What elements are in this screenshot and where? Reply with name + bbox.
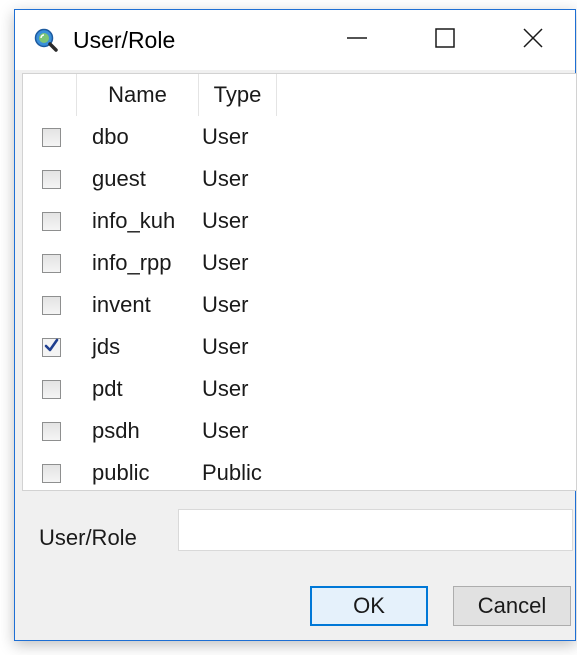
user-role-label: User/Role: [39, 525, 137, 550]
row-checkbox[interactable]: [42, 254, 61, 273]
row-type: User: [202, 166, 249, 191]
row-name: jds: [92, 334, 121, 359]
column-header-checkbox[interactable]: [23, 74, 77, 116]
row-checkbox[interactable]: [42, 296, 61, 315]
list-row[interactable]: public Public: [23, 452, 576, 490]
row-name: dbo: [92, 124, 129, 149]
row-name: info_rpp: [92, 250, 172, 275]
row-type: User: [202, 292, 249, 317]
list-header: Name Type: [23, 74, 576, 116]
list-row[interactable]: info_kuh User: [23, 200, 576, 242]
row-checkbox[interactable]: [42, 422, 61, 441]
window-title: User/Role: [73, 27, 176, 53]
row-checkbox[interactable]: [42, 464, 61, 483]
row-name: info_kuh: [92, 208, 176, 233]
row-name: invent: [92, 292, 151, 317]
column-header-type[interactable]: Type: [199, 74, 277, 116]
row-type: User: [202, 334, 249, 359]
list-rows: dbo User guest User info_kuh User info_r…: [23, 116, 576, 490]
row-type: Public: [202, 460, 262, 485]
row-checkbox[interactable]: [42, 380, 61, 399]
list-row[interactable]: guest User: [23, 158, 576, 200]
user-role-list[interactable]: Name Type dbo User guest User info_kuh U…: [22, 73, 577, 491]
list-row[interactable]: dbo User: [23, 116, 576, 158]
maximize-button[interactable]: [401, 10, 489, 70]
row-type: User: [202, 376, 249, 401]
row-checkbox[interactable]: [42, 170, 61, 189]
checkmark-icon: [44, 338, 59, 358]
row-name: guest: [92, 166, 146, 191]
row-checkbox[interactable]: [42, 128, 61, 147]
user-role-input[interactable]: [178, 509, 573, 551]
user-role-dialog: User/Role Name Type dbo User guest User …: [14, 9, 577, 641]
row-name: pdt: [92, 376, 123, 401]
row-type: User: [202, 124, 249, 149]
row-name: public: [92, 460, 150, 485]
close-button[interactable]: [489, 10, 577, 70]
row-checkbox[interactable]: [42, 212, 61, 231]
minimize-icon: [346, 27, 368, 54]
maximize-icon: [434, 27, 456, 54]
list-row[interactable]: pdt User: [23, 368, 576, 410]
row-type: User: [202, 250, 249, 275]
row-type: User: [202, 418, 249, 443]
cancel-button[interactable]: Cancel: [453, 586, 571, 626]
close-icon: [522, 27, 544, 54]
row-type: User: [202, 208, 249, 233]
column-header-name[interactable]: Name: [77, 74, 199, 116]
list-row[interactable]: psdh User: [23, 410, 576, 452]
list-row[interactable]: jds User: [23, 326, 576, 368]
ok-button[interactable]: OK: [310, 586, 428, 626]
row-checkbox[interactable]: [42, 338, 61, 357]
title-bar[interactable]: User/Role: [15, 10, 575, 70]
list-row[interactable]: info_rpp User: [23, 242, 576, 284]
list-row[interactable]: invent User: [23, 284, 576, 326]
search-magnifier-icon: [34, 28, 58, 52]
minimize-button[interactable]: [313, 10, 401, 70]
row-name: psdh: [92, 418, 140, 443]
